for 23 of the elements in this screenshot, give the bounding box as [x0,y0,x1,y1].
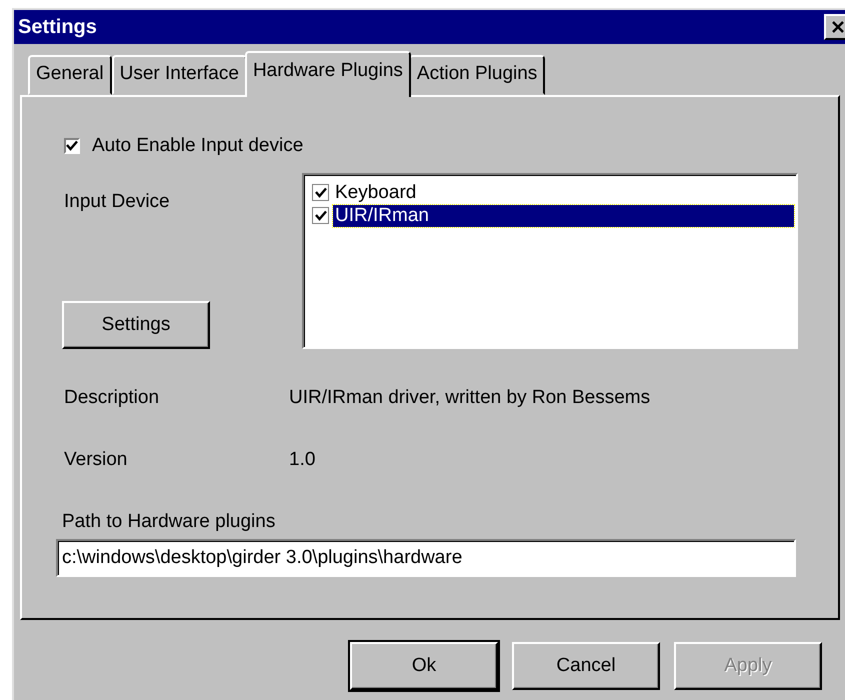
version-label: Version [64,449,128,471]
settings-button[interactable]: Settings [62,301,210,349]
description-value: UIR/IRman driver, written by Ron Bessems [289,387,650,409]
close-icon [831,21,845,33]
window-title: Settings [17,16,97,38]
tab[interactable]: User Interface [112,55,247,95]
checkbox-label: Auto Enable Input device [92,135,304,157]
list-item[interactable]: Keyboard [333,182,794,204]
checkbox[interactable] [312,207,329,224]
path-label: Path to Hardware plugins [62,511,276,533]
version-value: 1.0 [289,449,316,471]
description-label: Description [64,387,160,409]
path-field[interactable]: c:\windows\desktop\girder 3.0\plugins\hardware [56,539,796,577]
dialog-button[interactable]: Ok [350,642,498,690]
tab[interactable]: Action Plugins [408,55,546,95]
close-button[interactable] [824,14,845,40]
tab[interactable]: Hardware Plugins [244,51,411,97]
tab[interactable]: General [28,55,112,95]
list-item[interactable]: UIR/IRman [333,204,794,226]
checkbox[interactable] [64,138,80,154]
dialog-button[interactable]: Cancel [512,642,660,690]
checkbox[interactable] [312,184,329,201]
input-device-label: Input Device [64,191,171,213]
